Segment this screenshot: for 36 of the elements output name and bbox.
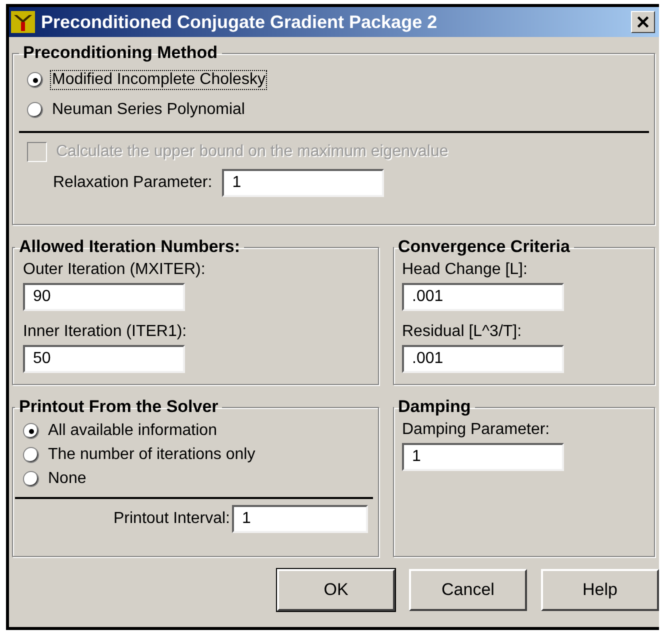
- input-field[interactable]: 1: [232, 505, 368, 533]
- radio-button[interactable]: [23, 447, 39, 463]
- field-label: Damping Parameter:: [402, 421, 551, 439]
- close-icon: [637, 16, 649, 28]
- radio-button[interactable]: [27, 102, 43, 118]
- group-title: Allowed Iteration Numbers:: [18, 237, 242, 257]
- dialog-button[interactable]: Help: [541, 569, 659, 611]
- group-title: Damping: [397, 397, 472, 417]
- radio-label[interactable]: The number of iterations only: [47, 446, 256, 464]
- input-field[interactable]: 90: [23, 283, 185, 311]
- radio-button[interactable]: [23, 471, 39, 487]
- input-field[interactable]: 50: [23, 345, 185, 373]
- radio-label[interactable]: Modified Incomplete Cholesky: [51, 71, 266, 89]
- field-label: Printout Interval:: [114, 510, 230, 528]
- close-button[interactable]: [631, 11, 655, 33]
- group-title: Preconditioning Method: [22, 43, 219, 63]
- group-title: Convergence Criteria: [397, 237, 571, 257]
- dialog-button[interactable]: OK: [277, 569, 395, 611]
- radio-button[interactable]: [23, 423, 39, 439]
- dialog-button[interactable]: Cancel: [409, 569, 527, 611]
- radio-label[interactable]: None: [47, 470, 88, 488]
- input-field[interactable]: .001: [402, 283, 564, 311]
- app-icon: [11, 11, 35, 33]
- input-field[interactable]: .001: [402, 345, 564, 373]
- radio-label[interactable]: All available information: [47, 422, 218, 440]
- radio-button[interactable]: [27, 72, 43, 88]
- field-label: Head Change [L]:: [402, 261, 528, 279]
- field-label: Residual [L^3/T]:: [402, 323, 523, 341]
- field-label: Inner Iteration (ITER1):: [23, 323, 188, 341]
- input-field[interactable]: 1: [222, 169, 384, 197]
- field-label: Outer Iteration (MXITER):: [23, 261, 206, 279]
- group-title: Printout From the Solver: [18, 397, 220, 417]
- radio-label[interactable]: Neuman Series Polynomial: [51, 101, 246, 119]
- input-field[interactable]: 1: [402, 443, 564, 471]
- field-label: Relaxation Parameter:: [53, 174, 212, 192]
- window-title: Preconditioned Conjugate Gradient Package 2: [41, 12, 438, 32]
